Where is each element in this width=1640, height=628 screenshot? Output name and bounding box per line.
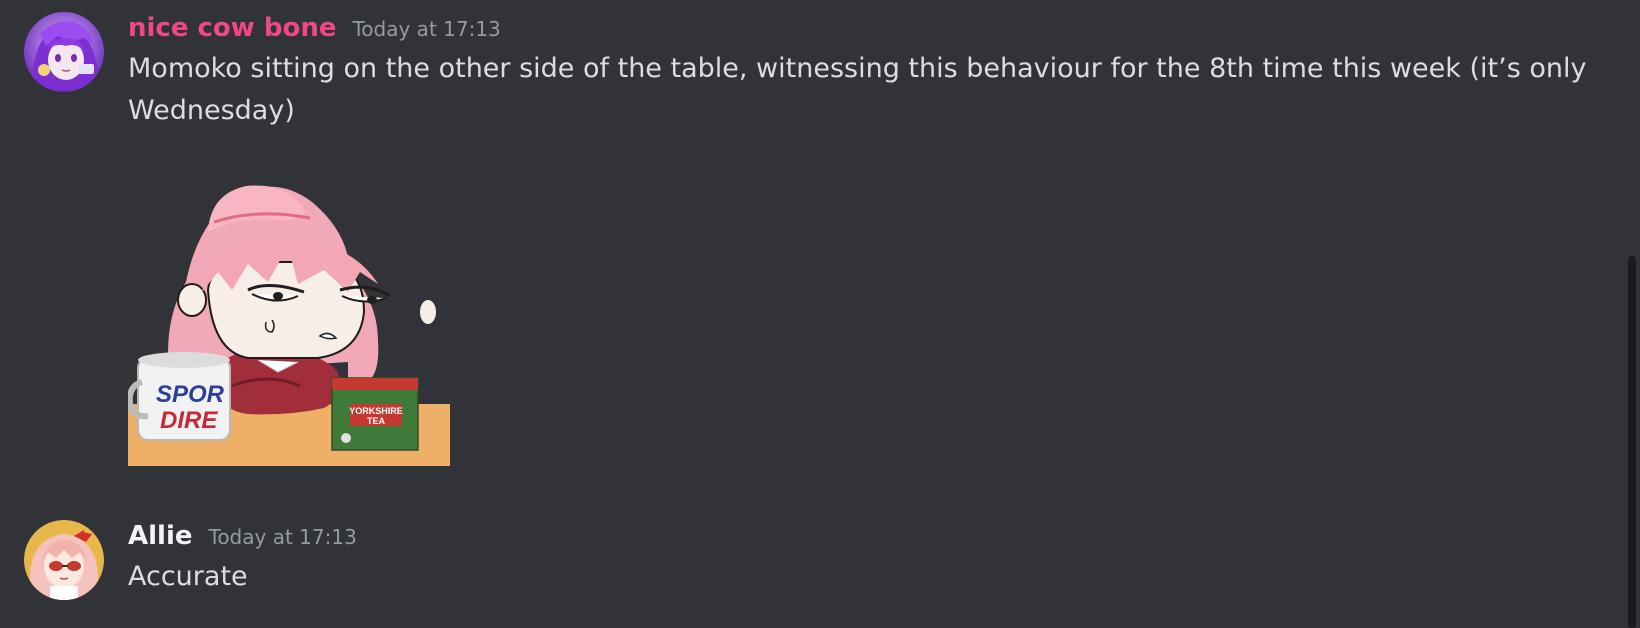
avatar[interactable] xyxy=(24,520,104,600)
timestamp[interactable]: Today at 17:13 xyxy=(209,521,357,553)
avatar[interactable] xyxy=(24,12,104,92)
username[interactable]: nice cow bone xyxy=(128,12,336,44)
message-text: Momoko sitting on the other side of the … xyxy=(128,53,1587,126)
svg-text:TEA: TEA xyxy=(367,416,386,426)
message-text: Accurate xyxy=(128,561,248,592)
svg-text:DIRE: DIRE xyxy=(160,407,218,434)
chat-message-list: nice cow bone Today at 17:13 Momoko sitt… xyxy=(0,0,1640,628)
timestamp[interactable]: Today at 17:13 xyxy=(352,13,500,45)
svg-text:YORKSHIRE: YORKSHIRE xyxy=(349,406,403,416)
message-content: Allie Today at 17:13 Accurate xyxy=(128,520,1624,598)
sticker-image[interactable]: SPOR DIRE YORKSHIRE TEA xyxy=(126,172,450,472)
scrollbar[interactable] xyxy=(1628,256,1636,628)
message-header: Allie Today at 17:13 xyxy=(128,520,1624,552)
username[interactable]: Allie xyxy=(128,520,193,552)
message-content: nice cow bone Today at 17:13 Momoko sitt… xyxy=(126,12,1624,466)
svg-text:SPOR: SPOR xyxy=(156,381,225,408)
message-header: nice cow bone Today at 17:13 xyxy=(128,12,1624,44)
